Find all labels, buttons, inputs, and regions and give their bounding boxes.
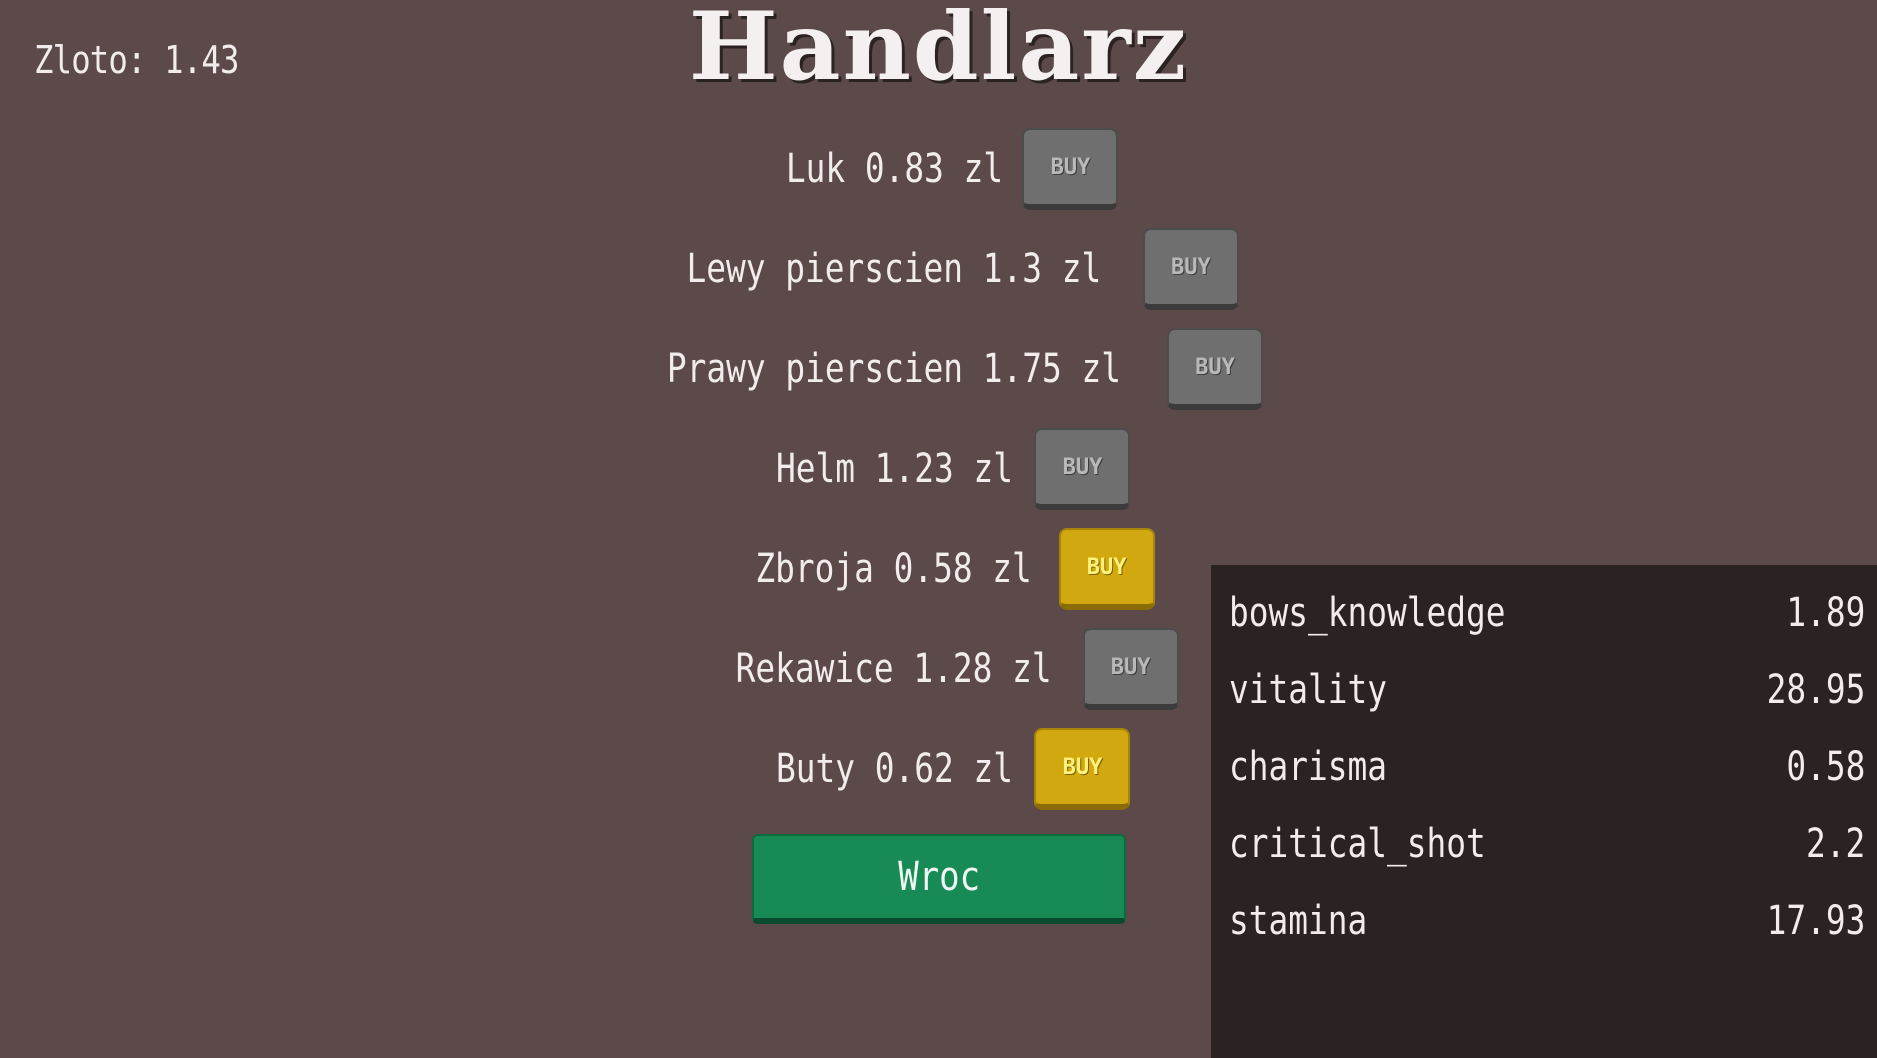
shop-item-zbroja: Zbroja 0.58 zl BUY	[640, 524, 1240, 614]
item-label: Rekawice 1.28 zl	[736, 646, 1052, 692]
shop-item-luk: Luk 0.83 zl BUY	[640, 124, 1240, 214]
stat-name: vitality	[1229, 667, 1387, 713]
item-label: Lewy pierscien 1.3 zl	[686, 246, 1102, 292]
stat-name: charisma	[1229, 744, 1387, 790]
stat-value: 1.89	[1786, 590, 1865, 636]
shop-item-prawy-pierscien: Prawy pierscien 1.75 zl BUY	[640, 324, 1263, 414]
shop-item-lewy-pierscien: Lewy pierscien 1.3 zl BUY	[640, 224, 1240, 314]
shop-screen: Zloto: 1.43 Handlarz Luk 0.83 zl BUY Lew…	[0, 0, 1877, 1058]
stat-row-bows-knowledge: bows_knowledge 1.89	[1229, 583, 1865, 643]
stat-name: bows_knowledge	[1229, 590, 1506, 636]
back-button[interactable]: Wroc	[752, 834, 1126, 924]
stat-value: 17.93	[1766, 898, 1865, 944]
stat-row-critical-shot: critical_shot 2.2	[1229, 814, 1865, 874]
back-button-label: Wroc	[898, 854, 980, 900]
stat-value: 28.95	[1766, 667, 1865, 713]
buy-button-zbroja[interactable]: BUY	[1058, 528, 1155, 610]
stat-row-vitality: vitality 28.95	[1229, 660, 1865, 720]
stats-panel: bows_knowledge 1.89 vitality 28.95 chari…	[1211, 565, 1877, 1058]
stat-value: 2.2	[1805, 821, 1865, 867]
shop-item-buty: Buty 0.62 zl BUY	[640, 724, 1240, 814]
buy-button-rekawice[interactable]: BUY	[1082, 628, 1179, 710]
buy-button-buty[interactable]: BUY	[1034, 728, 1131, 810]
stat-name: stamina	[1229, 898, 1368, 944]
stat-name: critical_shot	[1229, 821, 1486, 867]
item-label: Buty 0.62 zl	[775, 746, 1013, 792]
item-label: Zbroja 0.58 zl	[755, 546, 1033, 592]
stat-value: 0.58	[1786, 744, 1865, 790]
shop-item-rekawice: Rekawice 1.28 zl BUY	[640, 624, 1240, 714]
buy-button-helm[interactable]: BUY	[1034, 428, 1131, 510]
item-label: Helm 1.23 zl	[775, 446, 1013, 492]
stat-row-stamina: stamina 17.93	[1229, 891, 1865, 951]
buy-button-prawy-pierscien[interactable]: BUY	[1166, 328, 1263, 410]
item-label: Luk 0.83 zl	[785, 146, 1003, 192]
buy-button-lewy-pierscien[interactable]: BUY	[1142, 228, 1239, 310]
stat-row-charisma: charisma 0.58	[1229, 737, 1865, 797]
item-label: Prawy pierscien 1.75 zl	[666, 346, 1122, 392]
page-title: Handlarz	[688, 0, 1189, 102]
buy-button-luk[interactable]: BUY	[1022, 128, 1119, 210]
shop-item-helm: Helm 1.23 zl BUY	[640, 424, 1240, 514]
